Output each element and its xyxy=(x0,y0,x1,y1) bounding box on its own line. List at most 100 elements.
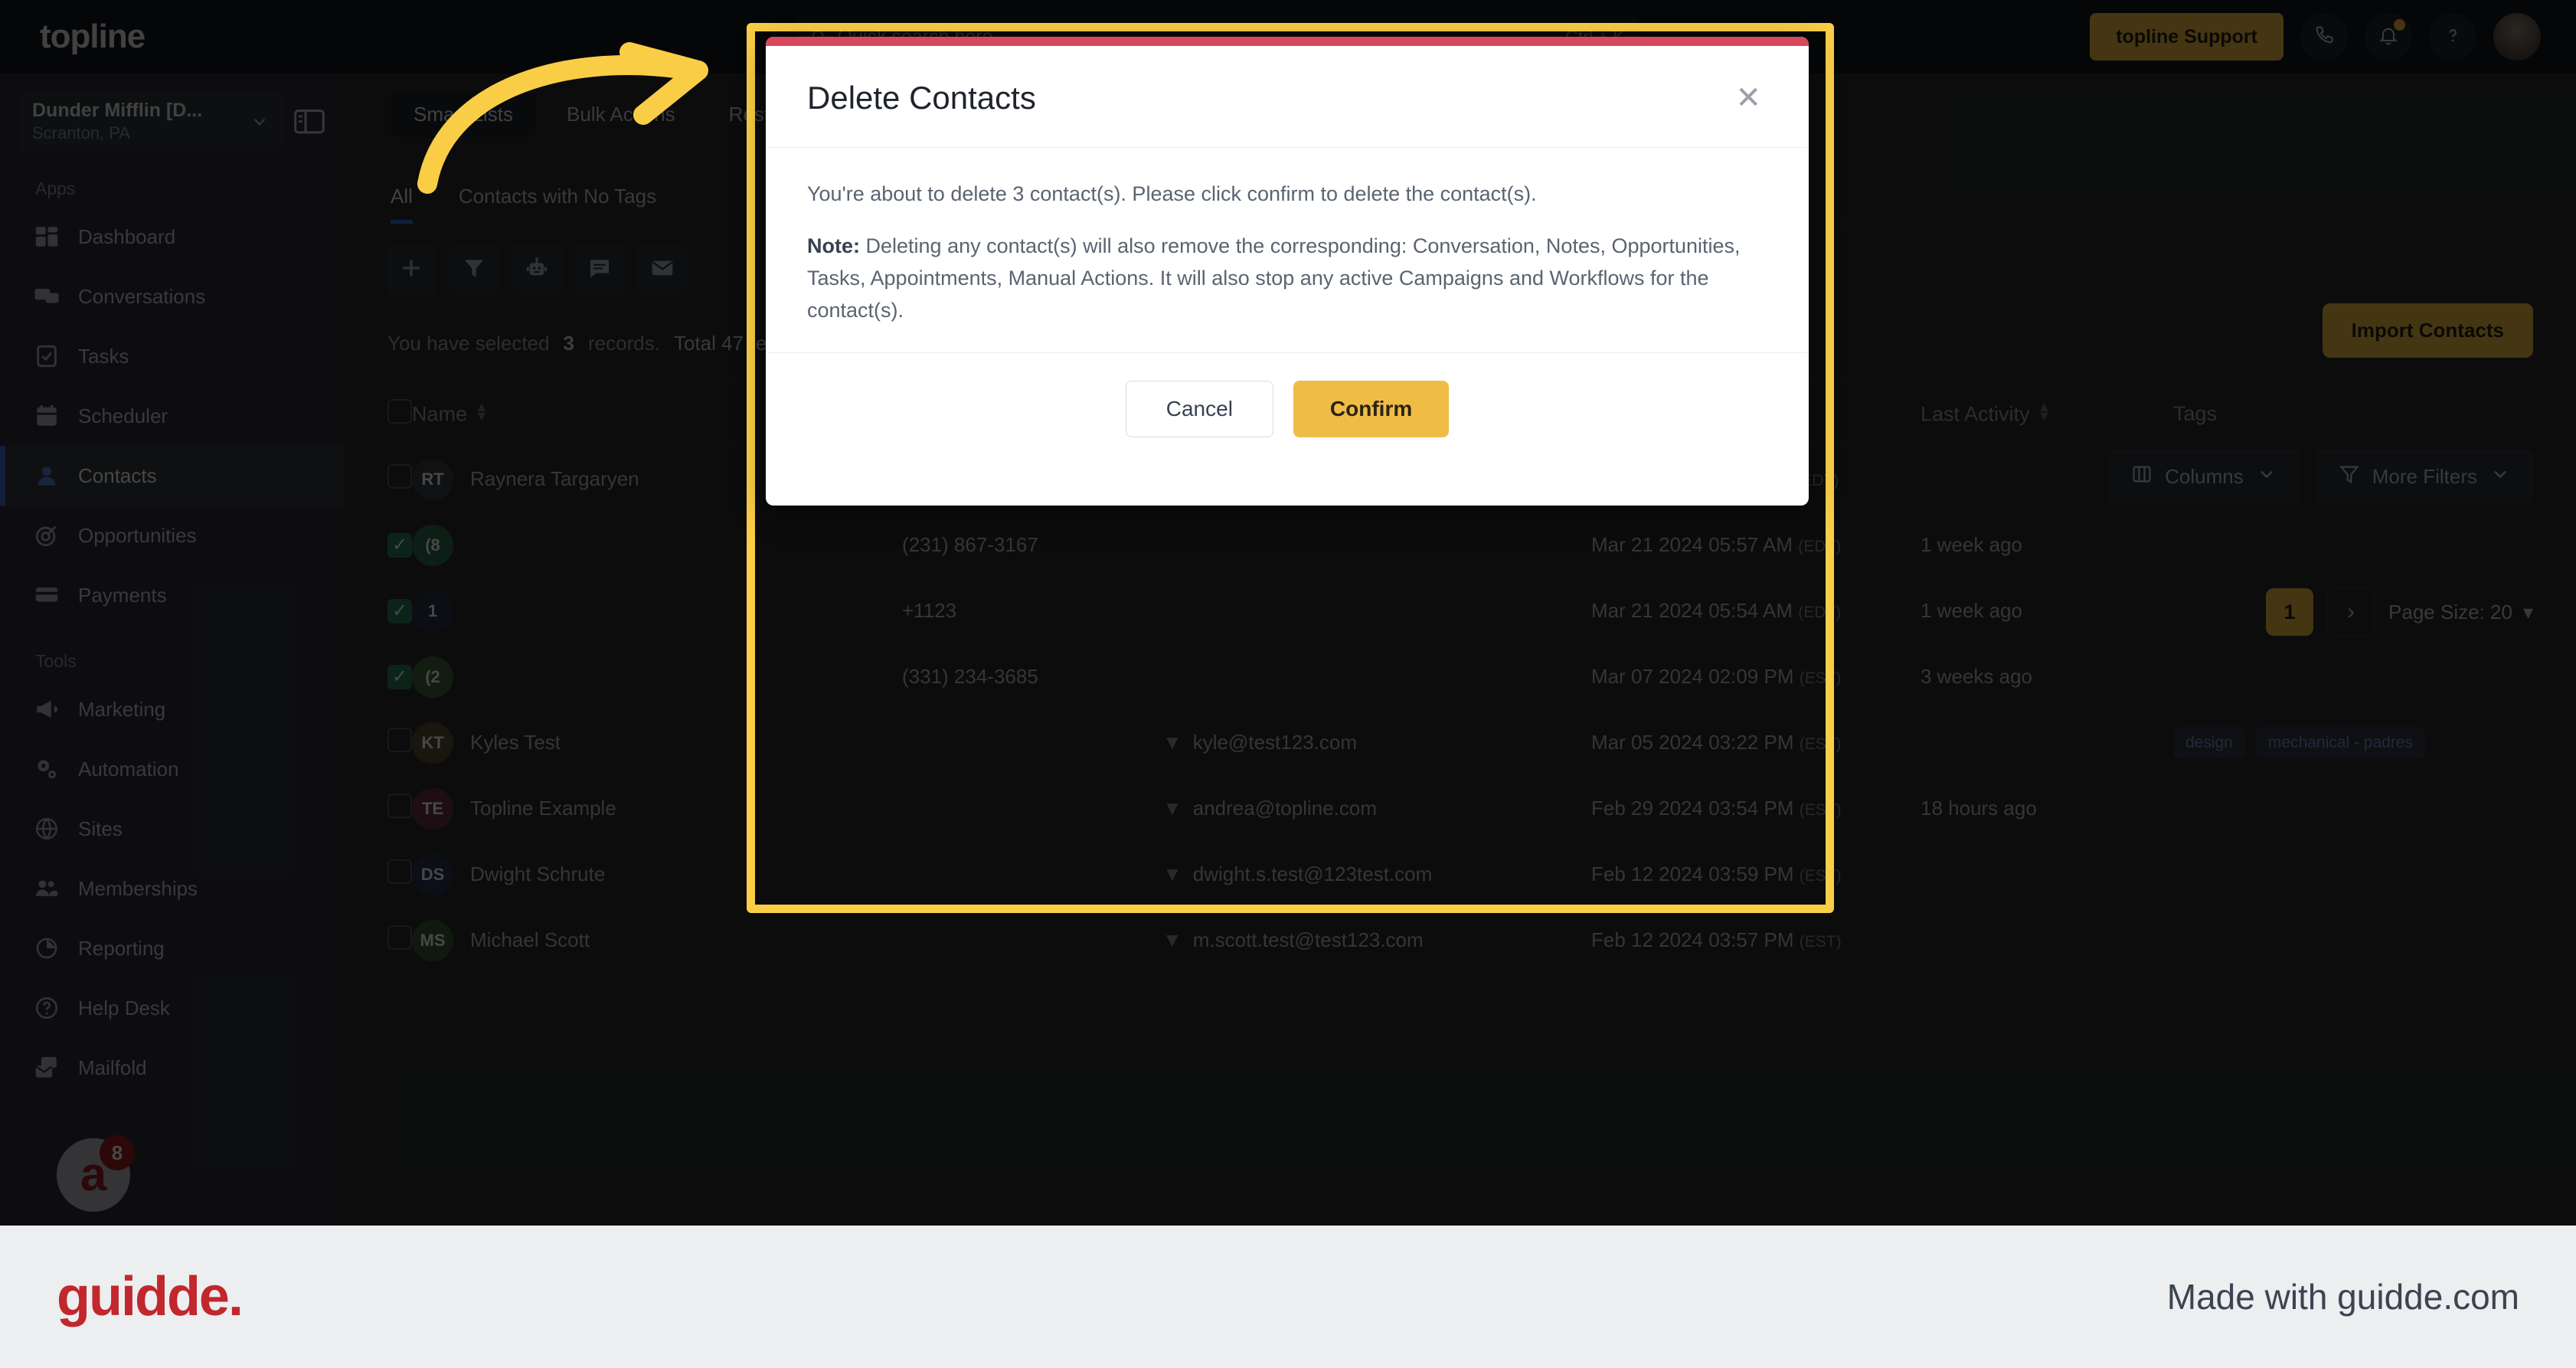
page-current-button[interactable]: 1 xyxy=(2266,588,2314,636)
cell-tags: design mechanical - padres xyxy=(2173,710,2576,776)
row-checkbox[interactable]: ✓ xyxy=(387,598,412,623)
contact-name: Kyles Test xyxy=(470,731,561,754)
avatar[interactable] xyxy=(2493,13,2541,61)
pie-chart-icon xyxy=(34,935,60,961)
sidebar-item-label: Mailfold xyxy=(78,1055,147,1079)
location-sub: Scranton, PA xyxy=(32,123,130,142)
sidebar-item-memberships[interactable]: Memberships xyxy=(0,859,345,918)
sidebar-item-marketing[interactable]: Marketing xyxy=(0,679,345,739)
row-select-cell[interactable]: ✓ xyxy=(345,644,412,710)
sidebar-item-label: Reporting xyxy=(78,936,165,960)
row-select-cell[interactable] xyxy=(345,710,412,776)
columns-button[interactable]: Columns xyxy=(2109,450,2300,503)
col-last-activity[interactable]: Last Activity ▲ ▼ xyxy=(1921,381,2173,447)
sidebar-item-scheduler[interactable]: Scheduler xyxy=(0,386,345,446)
sidebar-item-tasks[interactable]: Tasks xyxy=(0,326,345,386)
sidebar-item-label: Conversations xyxy=(78,284,206,308)
sidebar-item-automation[interactable]: Automation xyxy=(0,739,345,799)
sidebar-item-mailfold[interactable]: Mailfold xyxy=(0,1038,345,1098)
row-select-cell[interactable] xyxy=(345,842,412,908)
main-actions: Import Contacts xyxy=(2322,303,2533,358)
sms-icon xyxy=(587,256,612,284)
support-button[interactable]: topline Support xyxy=(2090,13,2283,61)
cell-tags xyxy=(2173,512,2576,578)
table-row[interactable]: MS Michael Scott ▼ m.scott.test@test123.com… xyxy=(345,908,2576,974)
col-name-label: Name xyxy=(412,402,468,426)
row-checkbox[interactable]: ✓ xyxy=(387,532,412,558)
robot-icon xyxy=(525,256,549,284)
modal-footer: Cancel Confirm xyxy=(766,353,1809,465)
target-icon xyxy=(34,522,60,548)
row-checkbox[interactable] xyxy=(387,859,412,884)
row-checkbox[interactable] xyxy=(387,925,412,950)
more-filters-button[interactable]: More Filters xyxy=(2316,450,2533,503)
sidebar-section-tools: Tools xyxy=(35,651,77,671)
guidde-widget-button[interactable]: a 8 xyxy=(57,1135,135,1212)
avatar: (2 xyxy=(412,656,453,698)
avatar: DS xyxy=(412,853,453,895)
toggle-panel-icon[interactable] xyxy=(294,109,325,135)
members-icon xyxy=(34,875,60,902)
sidebar-item-sites[interactable]: Sites xyxy=(0,799,345,859)
sidebar-item-label: Dashboard xyxy=(78,224,176,248)
cell-last-activity: 1 week ago xyxy=(1921,599,2022,622)
row-checkbox[interactable]: ✓ xyxy=(387,664,412,689)
row-select-cell[interactable] xyxy=(345,447,412,512)
automation-button[interactable] xyxy=(512,244,562,295)
contact-name: Topline Example xyxy=(470,797,616,820)
sidebar-item-reporting[interactable]: Reporting xyxy=(0,918,345,978)
select-all-checkbox[interactable] xyxy=(387,399,412,424)
row-checkbox[interactable] xyxy=(387,794,412,818)
add-contact-button[interactable] xyxy=(386,244,436,295)
sidebar-item-payments[interactable]: Payments xyxy=(0,565,345,625)
tag-chip[interactable]: design xyxy=(2173,726,2245,759)
cancel-button[interactable]: Cancel xyxy=(1125,381,1273,438)
delete-contacts-modal: Delete Contacts ✕ You're about to delete… xyxy=(766,37,1809,506)
sidebar-item-label: Sites xyxy=(78,817,123,840)
sidebar-item-conversations[interactable]: Conversations xyxy=(0,267,345,326)
row-select-cell[interactable] xyxy=(345,776,412,842)
close-icon[interactable]: ✕ xyxy=(1729,80,1767,116)
tag-chip[interactable]: mechanical - padres xyxy=(2255,726,2425,759)
cell-email: ▼ m.scott.test@test123.com xyxy=(1162,908,1591,974)
help-icon xyxy=(2442,25,2463,50)
sidebar-item-dashboard[interactable]: Dashboard xyxy=(0,207,345,267)
import-contacts-button[interactable]: Import Contacts xyxy=(2322,303,2533,358)
help-button[interactable] xyxy=(2429,13,2476,61)
notifications-button[interactable] xyxy=(2365,13,2412,61)
sidebar-item-label: Scheduler xyxy=(78,404,168,427)
cell-tags xyxy=(2173,908,2576,974)
status-suffix: records. xyxy=(588,332,660,355)
sidebar-item-label: Opportunities xyxy=(78,523,197,547)
row-select-cell[interactable]: ✓ xyxy=(345,578,412,644)
contacts-icon xyxy=(34,463,60,489)
avatar: (8 xyxy=(412,524,453,566)
location-selector[interactable]: Dunder Mifflin [D... Scranton, PA xyxy=(20,90,282,152)
row-select-cell[interactable] xyxy=(345,908,412,974)
pointer-arrow xyxy=(417,42,708,194)
cell-last-activity: 18 hours ago xyxy=(1921,797,2037,820)
status-count: 3 xyxy=(563,332,575,355)
dashboard-icon xyxy=(34,224,60,250)
filter-button[interactable] xyxy=(449,244,499,295)
subtab-all[interactable]: All xyxy=(391,185,413,224)
row-checkbox[interactable] xyxy=(387,464,412,489)
contact-name: Raynera Targaryen xyxy=(470,467,639,491)
row-checkbox[interactable] xyxy=(387,728,412,752)
email-button[interactable] xyxy=(637,244,688,295)
app-logo: topline xyxy=(40,18,145,55)
confirm-button[interactable]: Confirm xyxy=(1293,381,1450,438)
top-bar-actions: topline Support xyxy=(2090,13,2576,61)
page-next-button[interactable]: › xyxy=(2327,588,2375,636)
row-select-cell[interactable]: ✓ xyxy=(345,512,412,578)
col-tags[interactable]: Tags xyxy=(2173,381,2576,447)
sidebar-item-contacts[interactable]: Contacts xyxy=(0,446,345,506)
sms-button[interactable] xyxy=(574,244,625,295)
sidebar-item-help-desk[interactable]: Help Desk xyxy=(0,978,345,1038)
select-all-header[interactable] xyxy=(345,381,412,447)
guidde-widget-badge: 8 xyxy=(100,1135,135,1170)
megaphone-icon xyxy=(34,696,60,722)
page-size-selector[interactable]: Page Size: 20 ▾ xyxy=(2388,601,2533,624)
sidebar-item-opportunities[interactable]: Opportunities xyxy=(0,506,345,565)
phone-button[interactable] xyxy=(2300,13,2348,61)
